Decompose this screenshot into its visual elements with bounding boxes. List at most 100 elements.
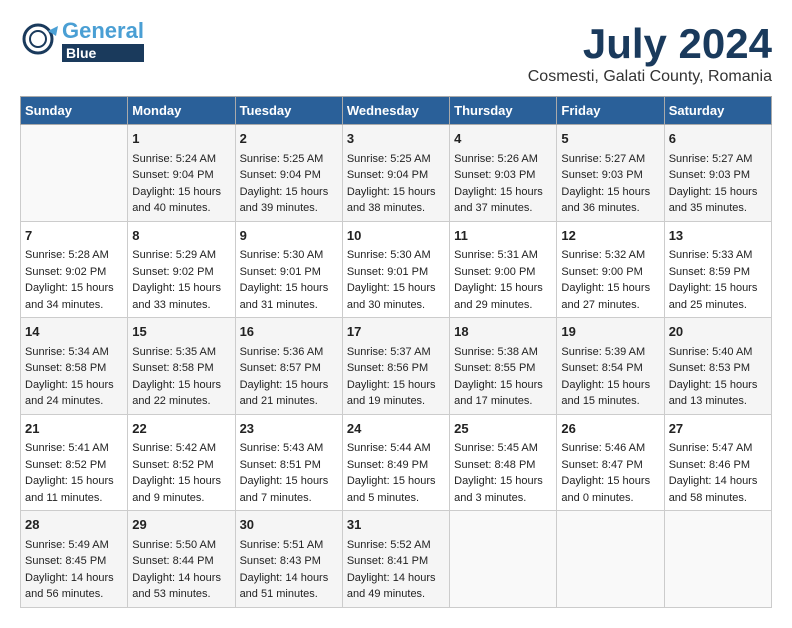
day-info-line: Sunrise: 5:42 AM (132, 440, 230, 457)
calendar-cell: 22Sunrise: 5:42 AMSunset: 8:52 PMDayligh… (128, 414, 235, 511)
calendar-cell: 5Sunrise: 5:27 AMSunset: 9:03 PMDaylight… (557, 125, 664, 222)
day-number: 26 (561, 419, 659, 439)
calendar-week-row: 21Sunrise: 5:41 AMSunset: 8:52 PMDayligh… (21, 414, 772, 511)
day-number: 29 (132, 515, 230, 535)
day-info-line: Sunset: 8:45 PM (25, 553, 123, 570)
day-info-line: Daylight: 15 hours (347, 184, 445, 201)
day-info-line: Daylight: 15 hours (454, 280, 552, 297)
day-info-line: and 58 minutes. (669, 490, 767, 507)
calendar-cell: 1Sunrise: 5:24 AMSunset: 9:04 PMDaylight… (128, 125, 235, 222)
day-number: 13 (669, 226, 767, 246)
day-number: 5 (561, 129, 659, 149)
calendar-cell: 28Sunrise: 5:49 AMSunset: 8:45 PMDayligh… (21, 511, 128, 608)
day-info-line: Sunrise: 5:45 AM (454, 440, 552, 457)
day-info-line: Sunrise: 5:27 AM (561, 151, 659, 168)
day-info-line: Sunset: 9:04 PM (347, 167, 445, 184)
calendar-cell (450, 511, 557, 608)
day-info-line: Sunset: 9:01 PM (240, 264, 338, 281)
day-info-line: Daylight: 15 hours (240, 280, 338, 297)
calendar-cell: 23Sunrise: 5:43 AMSunset: 8:51 PMDayligh… (235, 414, 342, 511)
day-info-line: and 15 minutes. (561, 393, 659, 410)
weekday-header-sunday: Sunday (21, 97, 128, 125)
day-info-line: Sunset: 8:55 PM (454, 360, 552, 377)
day-info-line: Sunrise: 5:32 AM (561, 247, 659, 264)
day-info-line: Sunset: 9:03 PM (669, 167, 767, 184)
day-info-line: Sunset: 8:53 PM (669, 360, 767, 377)
day-number: 9 (240, 226, 338, 246)
day-info-line: Sunrise: 5:31 AM (454, 247, 552, 264)
day-info-line: Sunset: 8:56 PM (347, 360, 445, 377)
weekday-header-row: SundayMondayTuesdayWednesdayThursdayFrid… (21, 97, 772, 125)
day-info-line: Daylight: 15 hours (454, 377, 552, 394)
day-info-line: Sunrise: 5:26 AM (454, 151, 552, 168)
day-info-line: Sunset: 9:02 PM (25, 264, 123, 281)
calendar-cell: 21Sunrise: 5:41 AMSunset: 8:52 PMDayligh… (21, 414, 128, 511)
day-number: 2 (240, 129, 338, 149)
logo-blue-text: Blue (62, 44, 144, 62)
calendar-cell (21, 125, 128, 222)
day-info-line: Daylight: 15 hours (347, 473, 445, 490)
day-number: 27 (669, 419, 767, 439)
day-info-line: Sunrise: 5:36 AM (240, 344, 338, 361)
day-info-line: Sunrise: 5:25 AM (347, 151, 445, 168)
calendar-cell: 8Sunrise: 5:29 AMSunset: 9:02 PMDaylight… (128, 221, 235, 318)
day-info-line: Daylight: 15 hours (132, 473, 230, 490)
calendar-cell: 24Sunrise: 5:44 AMSunset: 8:49 PMDayligh… (342, 414, 449, 511)
day-info-line: Sunrise: 5:28 AM (25, 247, 123, 264)
day-info-line: and 56 minutes. (25, 586, 123, 603)
day-info-line: and 0 minutes. (561, 490, 659, 507)
day-info-line: Daylight: 15 hours (454, 473, 552, 490)
calendar-cell: 7Sunrise: 5:28 AMSunset: 9:02 PMDaylight… (21, 221, 128, 318)
day-number: 4 (454, 129, 552, 149)
day-info-line: Daylight: 14 hours (669, 473, 767, 490)
calendar-cell: 30Sunrise: 5:51 AMSunset: 8:43 PMDayligh… (235, 511, 342, 608)
day-number: 21 (25, 419, 123, 439)
calendar-cell: 9Sunrise: 5:30 AMSunset: 9:01 PMDaylight… (235, 221, 342, 318)
calendar-cell: 10Sunrise: 5:30 AMSunset: 9:01 PMDayligh… (342, 221, 449, 318)
day-info-line: Sunset: 8:58 PM (132, 360, 230, 377)
day-info-line: Sunrise: 5:37 AM (347, 344, 445, 361)
day-number: 16 (240, 322, 338, 342)
day-info-line: Daylight: 15 hours (25, 280, 123, 297)
calendar-cell: 29Sunrise: 5:50 AMSunset: 8:44 PMDayligh… (128, 511, 235, 608)
day-info-line: and 17 minutes. (454, 393, 552, 410)
day-info-line: and 40 minutes. (132, 200, 230, 217)
day-info-line: Daylight: 15 hours (669, 184, 767, 201)
day-info-line: Sunset: 8:47 PM (561, 457, 659, 474)
calendar-cell: 26Sunrise: 5:46 AMSunset: 8:47 PMDayligh… (557, 414, 664, 511)
day-number: 24 (347, 419, 445, 439)
day-info-line: Daylight: 15 hours (669, 377, 767, 394)
day-info-line: Sunset: 9:03 PM (561, 167, 659, 184)
day-info-line: Sunrise: 5:40 AM (669, 344, 767, 361)
day-info-line: Sunset: 8:52 PM (25, 457, 123, 474)
calendar-cell: 14Sunrise: 5:34 AMSunset: 8:58 PMDayligh… (21, 318, 128, 415)
day-info-line: Daylight: 15 hours (454, 184, 552, 201)
day-info-line: Daylight: 14 hours (132, 570, 230, 587)
day-number: 20 (669, 322, 767, 342)
calendar-week-row: 1Sunrise: 5:24 AMSunset: 9:04 PMDaylight… (21, 125, 772, 222)
day-number: 22 (132, 419, 230, 439)
day-info-line: Daylight: 15 hours (240, 377, 338, 394)
calendar-week-row: 7Sunrise: 5:28 AMSunset: 9:02 PMDaylight… (21, 221, 772, 318)
day-info-line: Daylight: 15 hours (132, 184, 230, 201)
day-info-line: Daylight: 15 hours (132, 377, 230, 394)
logo-text: General (62, 20, 144, 42)
day-info-line: Sunrise: 5:25 AM (240, 151, 338, 168)
day-info-line: Daylight: 15 hours (132, 280, 230, 297)
day-info-line: and 36 minutes. (561, 200, 659, 217)
header: General Blue July 2024 Cosmesti, Galati … (20, 20, 772, 86)
calendar-cell (664, 511, 771, 608)
day-number: 25 (454, 419, 552, 439)
day-number: 6 (669, 129, 767, 149)
day-number: 12 (561, 226, 659, 246)
day-number: 10 (347, 226, 445, 246)
calendar-cell: 16Sunrise: 5:36 AMSunset: 8:57 PMDayligh… (235, 318, 342, 415)
day-number: 14 (25, 322, 123, 342)
calendar-week-row: 14Sunrise: 5:34 AMSunset: 8:58 PMDayligh… (21, 318, 772, 415)
logo: General Blue (20, 20, 144, 62)
weekday-header-monday: Monday (128, 97, 235, 125)
day-info-line: Daylight: 15 hours (25, 377, 123, 394)
day-number: 28 (25, 515, 123, 535)
day-number: 19 (561, 322, 659, 342)
calendar-cell: 15Sunrise: 5:35 AMSunset: 8:58 PMDayligh… (128, 318, 235, 415)
